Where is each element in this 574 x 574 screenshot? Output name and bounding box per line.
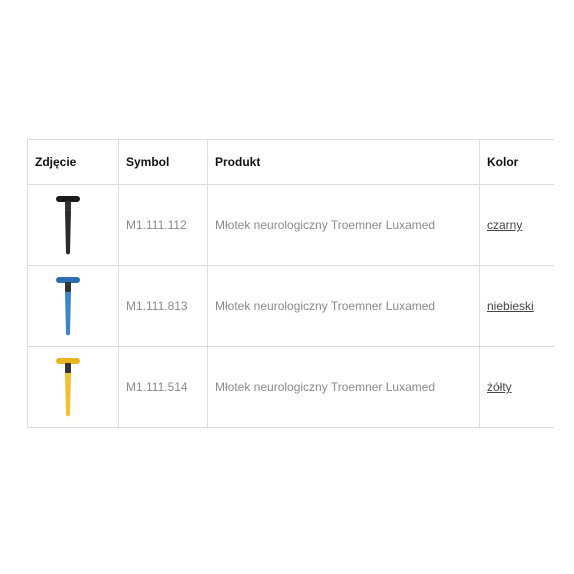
color-link-yellow[interactable]: żółty <box>487 380 512 394</box>
product-table: Zdjęcie Symbol Produkt Kolor M1.111.112 … <box>27 139 554 428</box>
product-photo-cell <box>27 184 119 266</box>
table-header-row: Zdjęcie Symbol Produkt Kolor <box>27 139 554 185</box>
header-product: Produkt <box>207 139 480 185</box>
header-color: Kolor <box>479 139 554 185</box>
color-cell: żółty <box>479 346 554 428</box>
color-link-black[interactable]: czarny <box>487 218 522 232</box>
symbol-cell: M1.111.514 <box>118 346 208 428</box>
product-name-cell: Młotek neurologiczny Troemner Luxamed <box>207 184 480 266</box>
header-symbol: Symbol <box>118 139 208 185</box>
product-name-cell: Młotek neurologiczny Troemner Luxamed <box>207 346 480 428</box>
symbol-cell: M1.111.813 <box>118 265 208 347</box>
product-photo-cell <box>27 346 119 428</box>
table-row: M1.111.813 Młotek neurologiczny Troemner… <box>27 265 554 347</box>
neurological-hammer-yellow-icon <box>56 358 80 417</box>
product-table-container: Zdjęcie Symbol Produkt Kolor M1.111.112 … <box>27 139 554 428</box>
neurological-hammer-black-icon <box>56 196 80 255</box>
color-link-blue[interactable]: niebieski <box>487 299 534 313</box>
neurological-hammer-blue-icon <box>56 277 80 336</box>
color-cell: niebieski <box>479 265 554 347</box>
table-row: M1.111.514 Młotek neurologiczny Troemner… <box>27 346 554 428</box>
product-photo-cell <box>27 265 119 347</box>
product-name-cell: Młotek neurologiczny Troemner Luxamed <box>207 265 480 347</box>
table-row: M1.111.112 Młotek neurologiczny Troemner… <box>27 184 554 266</box>
color-cell: czarny <box>479 184 554 266</box>
symbol-cell: M1.111.112 <box>118 184 208 266</box>
header-photo: Zdjęcie <box>27 139 119 185</box>
